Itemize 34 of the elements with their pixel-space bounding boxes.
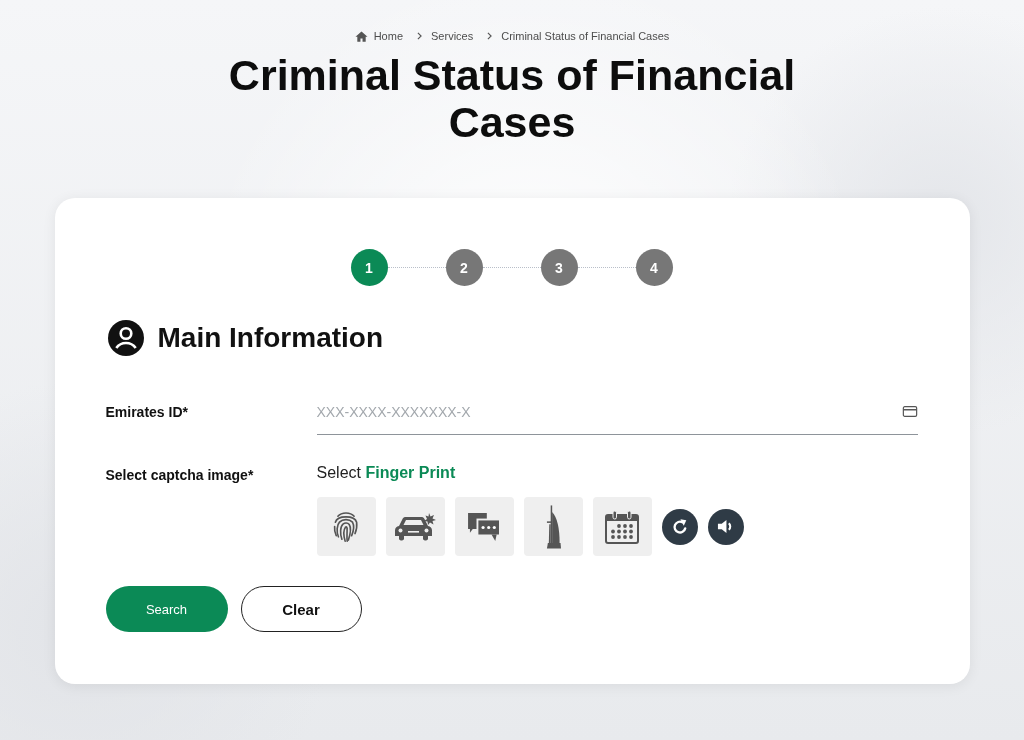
section-title: Main Information xyxy=(157,321,384,355)
car-icon xyxy=(394,512,436,541)
card-icon xyxy=(901,406,918,417)
captcha-option[interactable] xyxy=(385,497,445,556)
search-button[interactable]: Search xyxy=(105,586,228,632)
breadcrumb-current: Criminal Status of Financial Cases xyxy=(501,29,670,44)
speaker-icon xyxy=(717,518,734,535)
field-label: Emirates ID* xyxy=(105,403,189,422)
chevron-icon xyxy=(487,32,493,40)
tower-icon xyxy=(545,504,561,549)
chat-bubbles-icon xyxy=(467,511,501,542)
step-circle: 1 xyxy=(350,249,388,286)
captcha-option[interactable] xyxy=(592,497,652,556)
captcha-option[interactable] xyxy=(454,497,514,556)
field-label: Select captcha image* xyxy=(105,466,255,485)
step-circle: 2 xyxy=(445,249,483,286)
breadcrumb-link[interactable]: Services xyxy=(431,28,474,44)
calendar-icon xyxy=(605,509,639,544)
clear-button[interactable]: Clear xyxy=(240,586,362,632)
home-icon xyxy=(354,30,368,42)
refresh-icon xyxy=(670,517,689,536)
step-circle: 4 xyxy=(635,249,673,286)
captcha-option[interactable] xyxy=(523,497,583,556)
captcha-option[interactable] xyxy=(316,497,376,556)
emirates-id-field[interactable]: XXX-XXXX-XXXXXXX-X xyxy=(316,395,918,435)
breadcrumb-link[interactable]: Home xyxy=(354,28,403,44)
page-title: Criminal Status of Financial Cases xyxy=(227,52,797,146)
refresh-button[interactable] xyxy=(661,508,698,545)
fingerprint-icon xyxy=(333,510,359,543)
captcha-prompt: Select Finger Print xyxy=(316,463,456,483)
chevron-icon xyxy=(417,32,422,40)
step-circle: 3 xyxy=(540,249,578,286)
audio-button[interactable] xyxy=(707,508,744,545)
user-icon xyxy=(107,320,144,356)
